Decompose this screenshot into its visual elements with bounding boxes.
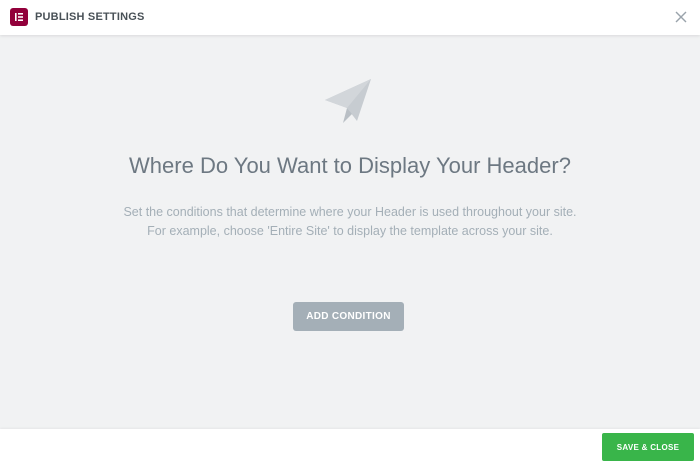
modal-title: PUBLISH SETTINGS bbox=[35, 11, 145, 23]
modal-footer: SAVE & CLOSE bbox=[0, 429, 700, 466]
modal-header: PUBLISH SETTINGS bbox=[0, 0, 700, 35]
add-condition-button[interactable]: ADD CONDITION bbox=[293, 302, 404, 331]
description: Set the conditions that determine where … bbox=[0, 203, 700, 241]
close-icon bbox=[675, 11, 687, 23]
description-line-2: For example, choose 'Entire Site' to dis… bbox=[147, 224, 553, 238]
save-close-button[interactable]: SAVE & CLOSE bbox=[602, 433, 694, 461]
page-title: Where Do You Want to Display Your Header… bbox=[129, 153, 571, 178]
close-button[interactable] bbox=[670, 6, 692, 28]
publish-settings-modal: PUBLISH SETTINGS Where Do You Want to Di… bbox=[0, 0, 700, 466]
description-line-1: Set the conditions that determine where … bbox=[123, 205, 577, 219]
elementor-logo-icon bbox=[10, 8, 28, 26]
paper-plane-icon bbox=[325, 79, 371, 123]
